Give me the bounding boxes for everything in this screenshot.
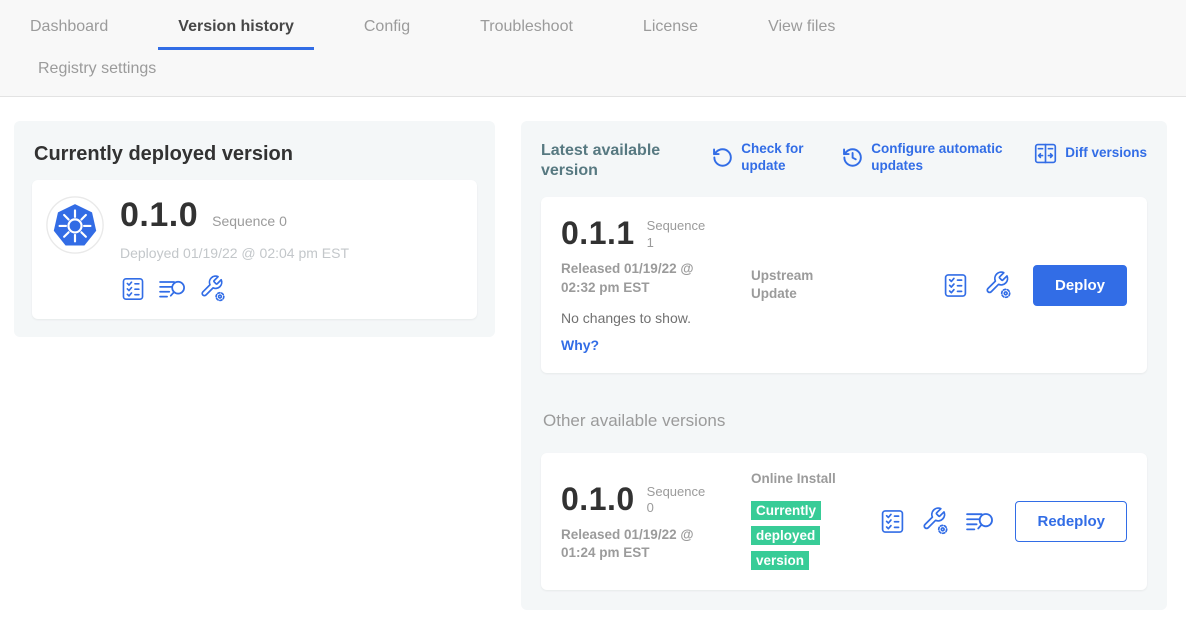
configure-automatic-updates-link[interactable]: Configure automatic updates bbox=[841, 141, 1003, 175]
deployed-version-details: 0.1.0 Sequence 0 Deployed 01/19/22 @ 02:… bbox=[120, 196, 349, 303]
latest-available-title: Latest available version bbox=[541, 141, 673, 181]
check-for-update-link[interactable]: Check for update bbox=[711, 141, 811, 175]
preflight-checks-icon[interactable] bbox=[879, 508, 906, 535]
available-versions-panel: Latest available version Check for updat… bbox=[521, 121, 1167, 610]
deployed-version-number: 0.1.0 bbox=[120, 196, 198, 235]
main-nav: Dashboard Version history Config Trouble… bbox=[0, 0, 1186, 97]
deployed-version-card: 0.1.0 Sequence 0 Deployed 01/19/22 @ 02:… bbox=[32, 180, 477, 319]
redeploy-button[interactable]: Redeploy bbox=[1015, 501, 1127, 542]
nav-row-secondary: Registry settings bbox=[10, 50, 1186, 96]
tab-config[interactable]: Config bbox=[344, 12, 430, 50]
other-released-timestamp: Released 01/19/22 @ 01:24 pm EST bbox=[561, 526, 721, 562]
preflight-checks-icon[interactable] bbox=[120, 276, 146, 302]
latest-sequence-label: Sequence 1 bbox=[647, 218, 711, 251]
deploy-logs-icon[interactable] bbox=[965, 508, 995, 535]
kubernetes-app-icon bbox=[46, 196, 104, 254]
latest-released-timestamp: Released 01/19/22 @ 02:32 pm EST bbox=[561, 260, 721, 296]
check-update-icon bbox=[711, 146, 734, 169]
tab-license[interactable]: License bbox=[623, 12, 718, 50]
tab-troubleshoot[interactable]: Troubleshoot bbox=[460, 12, 593, 50]
latest-version-number: 0.1.1 bbox=[561, 215, 635, 252]
other-sequence-label: Sequence 0 bbox=[647, 484, 711, 517]
diff-versions-link[interactable]: Diff versions bbox=[1033, 141, 1147, 166]
latest-version-card: 0.1.1 Sequence 1 Released 01/19/22 @ 02:… bbox=[541, 197, 1147, 373]
auto-update-icon bbox=[841, 146, 864, 169]
currently-deployed-badge: Currently deployed version bbox=[751, 501, 821, 570]
available-versions-header: Latest available version Check for updat… bbox=[541, 141, 1147, 181]
preflight-checks-icon[interactable] bbox=[942, 272, 969, 299]
other-version-card: 0.1.0 Sequence 0 Released 01/19/22 @ 01:… bbox=[541, 453, 1147, 590]
why-link[interactable]: Why? bbox=[561, 337, 599, 353]
currently-deployed-panel: Currently deployed version 0.1.0 Sequenc… bbox=[14, 121, 495, 337]
deploy-logs-icon[interactable] bbox=[158, 276, 187, 302]
edit-config-icon[interactable] bbox=[199, 275, 227, 303]
edit-config-icon[interactable] bbox=[921, 507, 950, 536]
tab-view-files[interactable]: View files bbox=[748, 12, 855, 50]
diff-versions-icon bbox=[1033, 141, 1058, 166]
nav-row-primary: Dashboard Version history Config Trouble… bbox=[10, 12, 1186, 50]
other-version-number: 0.1.0 bbox=[561, 481, 635, 518]
other-source-label: Online Install bbox=[751, 470, 851, 488]
deployed-sequence-label: Sequence 0 bbox=[212, 213, 287, 229]
deploy-button[interactable]: Deploy bbox=[1033, 265, 1127, 306]
edit-config-icon[interactable] bbox=[984, 271, 1013, 300]
currently-deployed-title: Currently deployed version bbox=[34, 143, 477, 166]
deployed-timestamp: Deployed 01/19/22 @ 02:04 pm EST bbox=[120, 245, 349, 261]
version-history-page: Currently deployed version 0.1.0 Sequenc… bbox=[0, 97, 1186, 634]
tab-version-history[interactable]: Version history bbox=[158, 12, 314, 50]
latest-source-label: Upstream Update bbox=[751, 267, 851, 303]
tab-registry-settings[interactable]: Registry settings bbox=[18, 52, 176, 94]
no-changes-text: No changes to show. bbox=[561, 310, 751, 326]
other-source-column: Online Install Currently deployed versio… bbox=[751, 470, 851, 573]
tab-dashboard[interactable]: Dashboard bbox=[10, 12, 128, 50]
other-available-versions-title: Other available versions bbox=[543, 411, 1147, 431]
